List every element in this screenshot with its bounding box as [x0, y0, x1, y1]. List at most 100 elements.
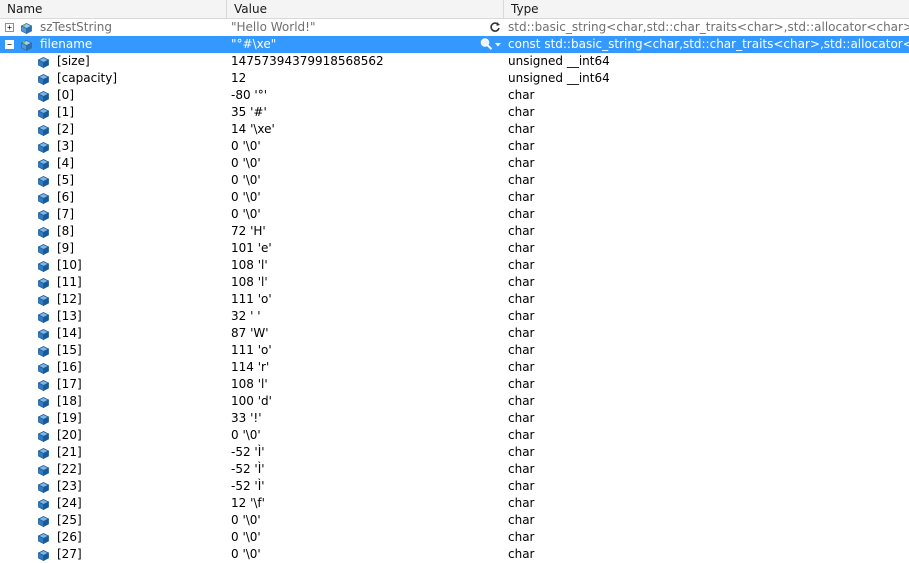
row-value[interactable]: 87 'W': [231, 325, 481, 342]
row-value[interactable]: 0 '\0': [231, 155, 481, 172]
watch-row[interactable]: [15] 111 'o' char: [0, 342, 909, 359]
watch-row[interactable]: [16] 114 'r' char: [0, 359, 909, 376]
collapse-toggle[interactable]: −: [5, 40, 14, 49]
watch-row[interactable]: [9] 101 'e' char: [0, 240, 909, 257]
row-value[interactable]: 14 '\xe': [231, 121, 481, 138]
magnifier-icon[interactable]: [480, 37, 493, 51]
name-cell: [15]: [0, 342, 227, 359]
watch-row[interactable]: [21] -52 'Ì' char: [0, 444, 909, 461]
name-cell: [9]: [0, 240, 227, 257]
name-cell: [5]: [0, 172, 227, 189]
row-name: filename: [40, 37, 93, 51]
watch-row[interactable]: [1] 35 '#' char: [0, 104, 909, 121]
watch-row[interactable]: [18] 100 'd' char: [0, 393, 909, 410]
expand-toggle[interactable]: +: [5, 23, 14, 32]
row-type: char: [508, 241, 535, 255]
row-value[interactable]: 108 'l': [231, 376, 481, 393]
row-value[interactable]: 0 '\0': [231, 529, 481, 546]
watch-row[interactable]: [3] 0 '\0' char: [0, 138, 909, 155]
field-icon: [37, 481, 50, 494]
name-cell: [17]: [0, 376, 227, 393]
name-cell: [capacity]: [0, 70, 227, 87]
row-value[interactable]: 114 'r': [231, 359, 481, 376]
row-value[interactable]: 0 '\0': [231, 206, 481, 223]
watch-row[interactable]: [14] 87 'W' char: [0, 325, 909, 342]
watch-row[interactable]: [27] 0 '\0' char: [0, 546, 909, 563]
column-header-value[interactable]: Value: [227, 0, 504, 18]
watch-row[interactable]: [11] 108 'l' char: [0, 274, 909, 291]
watch-row[interactable]: [19] 33 '!' char: [0, 410, 909, 427]
row-value[interactable]: -80 '°': [231, 87, 481, 104]
field-icon: [37, 90, 50, 103]
row-value[interactable]: 32 ' ': [231, 308, 481, 325]
watch-row[interactable]: [4] 0 '\0' char: [0, 155, 909, 172]
row-value[interactable]: 111 'o': [231, 342, 481, 359]
watch-row[interactable]: [8] 72 'H' char: [0, 223, 909, 240]
field-icon: [37, 379, 50, 392]
row-value[interactable]: 108 'l': [231, 257, 481, 274]
row-value[interactable]: 101 'e': [231, 240, 481, 257]
watch-row[interactable]: [12] 111 'o' char: [0, 291, 909, 308]
watch-row[interactable]: [25] 0 '\0' char: [0, 512, 909, 529]
watch-row[interactable]: [20] 0 '\0' char: [0, 427, 909, 444]
watch-row[interactable]: [23] -52 'Ì' char: [0, 478, 909, 495]
field-icon: [37, 73, 50, 86]
row-value[interactable]: 0 '\0': [231, 512, 481, 529]
watch-row[interactable]: [capacity] 12 unsigned __int64: [0, 70, 909, 87]
row-name: [12]: [57, 292, 82, 306]
watch-row[interactable]: [24] 12 '\f' char: [0, 495, 909, 512]
field-icon: [37, 464, 50, 477]
chevron-down-icon[interactable]: [494, 37, 502, 51]
name-cell: [8]: [0, 223, 227, 240]
row-value[interactable]: -52 'Ì': [231, 478, 481, 495]
watch-row[interactable]: [size] 14757394379918568562 unsigned __int…: [0, 53, 909, 70]
watch-row[interactable]: + szTestString "Hello World!" std::basic_st…: [0, 19, 909, 36]
row-value[interactable]: 33 '!': [231, 410, 481, 427]
row-name: [23]: [57, 479, 82, 493]
row-value[interactable]: 0 '\0': [231, 427, 481, 444]
row-value[interactable]: -52 'Ì': [231, 444, 481, 461]
row-value[interactable]: -52 'Ì': [231, 461, 481, 478]
refresh-icon[interactable]: [489, 21, 501, 33]
row-value[interactable]: "Hello World!": [231, 19, 481, 36]
name-cell: [14]: [0, 325, 227, 342]
watch-row[interactable]: [10] 108 'l' char: [0, 257, 909, 274]
watch-row[interactable]: [26] 0 '\0' char: [0, 529, 909, 546]
row-type: char: [508, 377, 535, 391]
row-value[interactable]: 0 '\0': [231, 546, 481, 563]
column-header-name[interactable]: Name: [0, 0, 227, 18]
watch-row[interactable]: [0] -80 '°' char: [0, 87, 909, 104]
name-cell: [6]: [0, 189, 227, 206]
field-icon: [37, 413, 50, 426]
row-name: [22]: [57, 462, 82, 476]
column-header-type[interactable]: Type: [504, 0, 909, 18]
row-value[interactable]: 0 '\0': [231, 189, 481, 206]
row-type: char: [508, 292, 535, 306]
watch-header: Name Value Type: [0, 0, 909, 19]
row-value[interactable]: 12 '\f': [231, 495, 481, 512]
row-value[interactable]: 14757394379918568562: [231, 53, 481, 70]
row-value[interactable]: 0 '\0': [231, 172, 481, 189]
watch-row[interactable]: [2] 14 '\xe' char: [0, 121, 909, 138]
row-value[interactable]: 35 '#': [231, 104, 481, 121]
row-value[interactable]: 100 'd': [231, 393, 481, 410]
row-value[interactable]: 12: [231, 70, 481, 87]
watch-row[interactable]: − filename "°#\xe" const std::basic_string<…: [0, 36, 909, 53]
row-type: char: [508, 173, 535, 187]
row-type: char: [508, 258, 535, 272]
watch-row[interactable]: [17] 108 'l' char: [0, 376, 909, 393]
watch-row[interactable]: [22] -52 'Ì' char: [0, 461, 909, 478]
watch-row[interactable]: [5] 0 '\0' char: [0, 172, 909, 189]
watch-row[interactable]: [6] 0 '\0' char: [0, 189, 909, 206]
row-name: [25]: [57, 513, 82, 527]
row-value[interactable]: "°#\xe": [231, 36, 481, 53]
watch-row[interactable]: [7] 0 '\0' char: [0, 206, 909, 223]
row-value[interactable]: 0 '\0': [231, 138, 481, 155]
name-cell: [4]: [0, 155, 227, 172]
watch-row[interactable]: [13] 32 ' ' char: [0, 308, 909, 325]
row-value[interactable]: 72 'H': [231, 223, 481, 240]
row-value[interactable]: 108 'l': [231, 274, 481, 291]
row-name: [16]: [57, 360, 82, 374]
field-icon: [37, 311, 50, 324]
row-value[interactable]: 111 'o': [231, 291, 481, 308]
